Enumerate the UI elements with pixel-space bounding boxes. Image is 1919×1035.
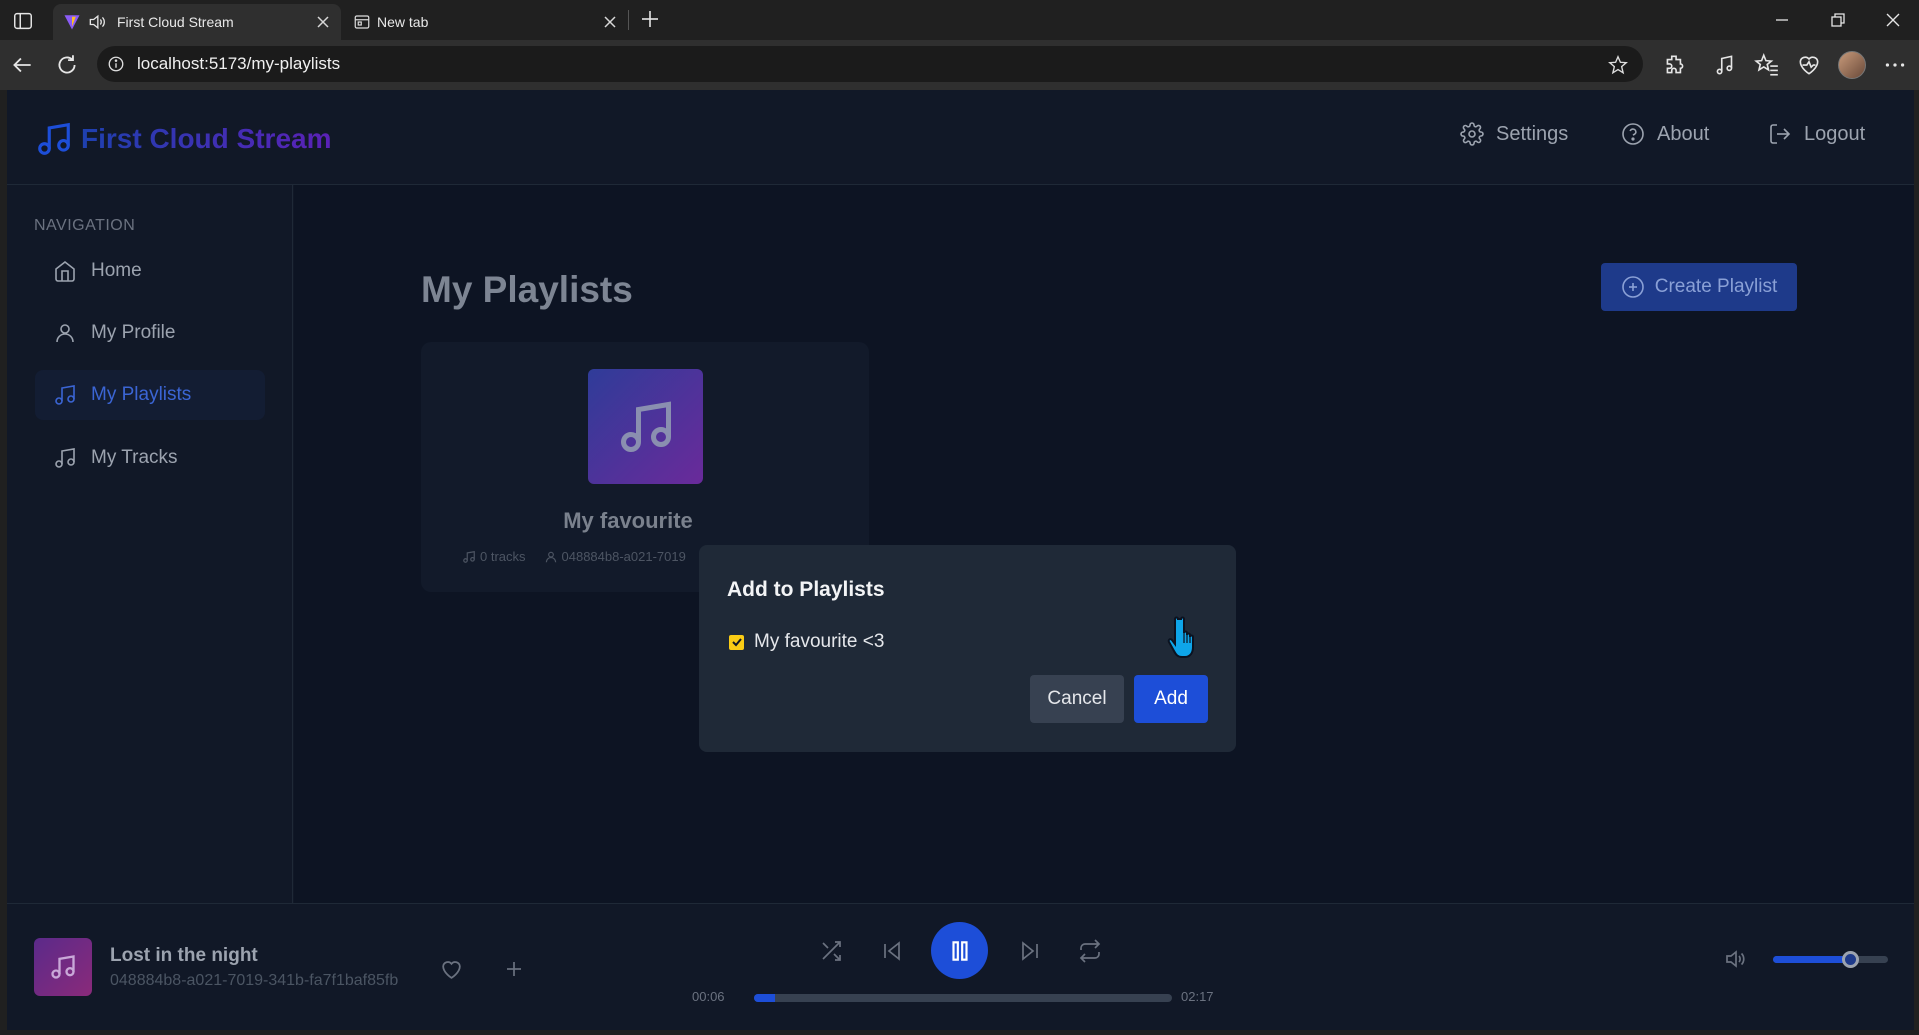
volume-icon[interactable] — [1723, 947, 1747, 971]
shuffle-icon[interactable] — [819, 939, 843, 963]
favorites-icon[interactable] — [1754, 52, 1780, 78]
help-circle-icon — [1621, 122, 1645, 146]
playlist-meta: 0 tracks 048884b8-a021-7019 — [462, 549, 686, 564]
tab-title: First Cloud Stream — [117, 14, 234, 30]
user-icon — [53, 321, 77, 345]
track-artwork — [34, 938, 92, 996]
tab-separator — [628, 10, 629, 30]
settings-label: Settings — [1496, 122, 1569, 145]
new-tab-plus-icon[interactable] — [638, 7, 662, 31]
about-link[interactable]: About — [1621, 122, 1709, 146]
close-tab-icon[interactable] — [315, 14, 331, 30]
add-button[interactable]: Add — [1134, 675, 1208, 723]
more-options-icon[interactable] — [1882, 52, 1908, 78]
hand-pointer-cursor-icon — [1167, 615, 1207, 663]
music-note-icon — [53, 446, 77, 470]
music-logo-icon — [35, 120, 73, 158]
repeat-icon[interactable] — [1078, 939, 1102, 963]
add-to-playlists-dialog: Add to Playlists My favourite <3 Cancel … — [699, 545, 1236, 752]
media-control-icon[interactable] — [1712, 52, 1738, 78]
sidebar-item-my-tracks[interactable]: My Tracks — [35, 433, 265, 483]
restore-icon[interactable] — [1826, 8, 1850, 32]
music-note-icon — [462, 550, 476, 564]
logout-link[interactable]: Logout — [1768, 122, 1865, 146]
new-tab-page-icon — [353, 13, 371, 31]
brand-name: First Cloud Stream — [81, 123, 332, 154]
create-playlist-label: Create Playlist — [1654, 276, 1778, 297]
sidebar-item-label: My Tracks — [91, 447, 178, 468]
pause-button[interactable] — [931, 922, 988, 979]
sidebar-item-label: Home — [91, 260, 142, 281]
settings-link[interactable]: Settings — [1460, 122, 1568, 146]
plus-icon[interactable] — [502, 957, 526, 981]
music-note-icon — [49, 953, 77, 981]
volume-fill — [1773, 956, 1851, 963]
plus-circle-icon — [1621, 275, 1645, 299]
playlist-checkbox[interactable] — [729, 634, 744, 650]
playlist-track-count: 0 tracks — [480, 549, 526, 564]
user-icon — [544, 550, 558, 564]
close-tab-icon[interactable] — [602, 14, 618, 30]
cancel-button[interactable]: Cancel — [1030, 675, 1124, 723]
music-note-icon — [53, 383, 77, 407]
tab-actions-icon[interactable] — [12, 10, 34, 32]
heart-icon[interactable] — [439, 956, 464, 981]
create-playlist-button[interactable]: Create Playlist — [1601, 263, 1797, 311]
skip-back-icon[interactable] — [880, 939, 904, 963]
tab-new-tab[interactable]: New tab — [343, 4, 628, 40]
track-artist: 048884b8-a021-7019-341b-fa7f1baf85fb — [110, 972, 399, 989]
playlist-option[interactable]: My favourite <3 — [729, 631, 884, 653]
browser-tab-bar: First Cloud Stream New tab — [0, 0, 1919, 40]
about-label: About — [1657, 122, 1710, 145]
page-title: My Playlists — [421, 269, 633, 310]
vite-favicon-icon — [63, 13, 81, 31]
player-bar: Lost in the night 048884b8-a021-7019-341… — [7, 903, 1914, 1030]
logout-label: Logout — [1804, 122, 1866, 145]
back-arrow-icon[interactable] — [9, 52, 35, 78]
volume-slider[interactable] — [1773, 951, 1888, 968]
reload-icon[interactable] — [54, 52, 80, 78]
brand[interactable]: First Cloud Stream — [35, 120, 331, 158]
dialog-title: Add to Playlists — [727, 578, 885, 601]
close-window-icon[interactable] — [1881, 8, 1905, 32]
volume-knob[interactable] — [1842, 951, 1860, 968]
extensions-icon[interactable] — [1662, 52, 1688, 78]
current-time: 00:06 — [692, 989, 725, 1004]
browser-essentials-icon[interactable] — [1796, 52, 1822, 78]
tab-title: New tab — [377, 14, 429, 30]
sidebar: NAVIGATION Home My Profile My Playlists … — [7, 185, 293, 905]
logout-icon — [1768, 122, 1792, 146]
speaker-icon[interactable] — [87, 12, 107, 32]
gear-icon — [1460, 122, 1484, 146]
minimize-icon[interactable] — [1770, 8, 1794, 32]
playlist-owner: 048884b8-a021-7019 — [561, 549, 686, 564]
sidebar-item-my-playlists[interactable]: My Playlists — [35, 370, 265, 420]
duration: 02:17 — [1181, 989, 1214, 1004]
app-root: First Cloud Stream Settings About Logout… — [7, 90, 1914, 1030]
profile-avatar[interactable] — [1838, 51, 1866, 79]
site-info-icon[interactable] — [107, 55, 125, 73]
browser-toolbar: localhost:5173/my-playlists — [0, 40, 1919, 90]
playlist-name: My favourite — [563, 508, 693, 533]
skip-forward-icon[interactable] — [1018, 939, 1042, 963]
playlist-option-label: My favourite <3 — [754, 631, 885, 652]
home-icon — [53, 259, 77, 283]
progress-fill — [754, 994, 775, 1002]
progress-bar[interactable] — [754, 994, 1172, 1002]
favorite-star-icon[interactable] — [1607, 54, 1629, 76]
sidebar-item-my-profile[interactable]: My Profile — [35, 308, 265, 358]
nav-heading: NAVIGATION — [34, 217, 136, 234]
sidebar-item-label: My Profile — [91, 322, 176, 343]
pause-icon — [947, 938, 973, 964]
music-note-icon — [616, 397, 676, 457]
sidebar-item-home[interactable]: Home — [35, 246, 265, 296]
tab-first-cloud-stream[interactable]: First Cloud Stream — [53, 4, 341, 40]
playlist-cover — [588, 369, 703, 484]
track-title: Lost in the night — [110, 945, 258, 966]
address-bar[interactable]: localhost:5173/my-playlists — [97, 46, 1643, 82]
url-text: localhost:5173/my-playlists — [137, 54, 341, 73]
sidebar-item-label: My Playlists — [91, 384, 192, 405]
app-header: First Cloud Stream Settings About Logout — [7, 90, 1914, 185]
